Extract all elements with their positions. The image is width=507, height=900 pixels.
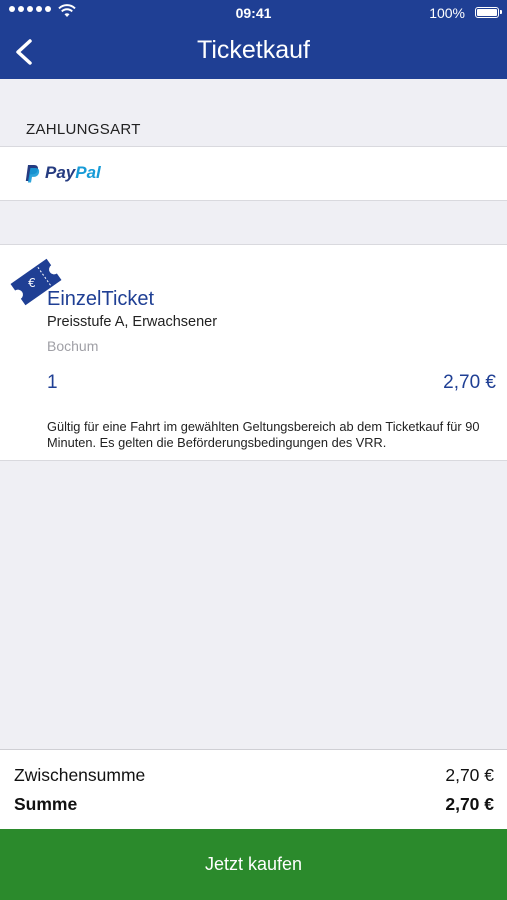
totals-panel: Zwischensumme 2,70 € Summe 2,70 € bbox=[0, 749, 507, 829]
ticket-description: Preisstufe A, Erwachsener bbox=[47, 314, 218, 330]
battery-percentage: 100% bbox=[429, 5, 465, 21]
navigation-bar: 09:41 100% Ticketkauf bbox=[0, 0, 507, 79]
subtotal-row: Zwischensumme 2,70 € bbox=[14, 765, 494, 786]
ticket-city: Bochum bbox=[47, 338, 99, 354]
battery-icon bbox=[475, 7, 502, 18]
paypal-logo: PayPal bbox=[25, 163, 101, 183]
payment-section-header: ZAHLUNGSART bbox=[26, 121, 141, 138]
subtotal-label: Zwischensumme bbox=[14, 765, 146, 785]
paypal-text-pal: Pal bbox=[75, 163, 101, 182]
ticket-price: 2,70 € bbox=[443, 372, 496, 393]
paypal-text-pay: Pay bbox=[45, 163, 76, 182]
total-label: Summe bbox=[14, 794, 78, 814]
ticket-validity-text: Gültig für eine Fahrt im gewählten Geltu… bbox=[47, 419, 480, 450]
page-title: Ticketkauf bbox=[196, 36, 310, 64]
ticket-icon-currency: € bbox=[28, 276, 36, 290]
ticket-card: € EinzelTicket Preisstufe A, Erwachsener… bbox=[0, 244, 507, 461]
ticket-quantity: 1 bbox=[47, 372, 58, 393]
total-value: 2,70 € bbox=[445, 794, 494, 814]
subtotal-value: 2,70 € bbox=[445, 765, 494, 785]
buy-now-button[interactable]: Jetzt kaufen bbox=[0, 829, 507, 900]
ticket-name: EinzelTicket bbox=[47, 288, 155, 310]
total-row: Summe 2,70 € bbox=[14, 794, 494, 815]
status-bar: 09:41 100% bbox=[0, 0, 507, 28]
payment-method-paypal[interactable]: PayPal bbox=[0, 146, 507, 201]
paypal-p-icon bbox=[25, 164, 40, 182]
